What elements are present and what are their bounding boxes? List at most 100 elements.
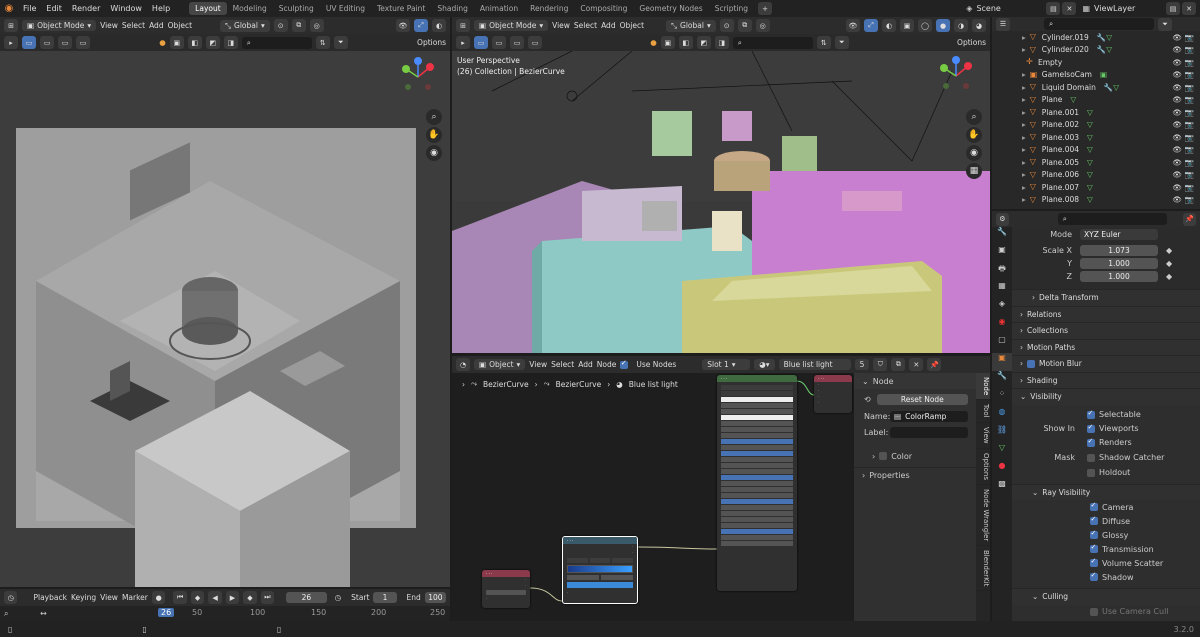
left-select-menu[interactable]: Select: [122, 21, 145, 30]
properties-section[interactable]: › Properties: [854, 467, 976, 483]
workspace-tab-layout[interactable]: Layout: [189, 2, 227, 15]
current-frame-marker[interactable]: 26: [158, 608, 175, 617]
right-navigation-gizmo[interactable]: [936, 56, 976, 96]
render-camera-icon[interactable]: 📷: [1185, 170, 1194, 179]
view-layer-browse-icon[interactable]: ▤: [1166, 2, 1180, 15]
ray-volume-scatter-row[interactable]: Volume Scatter: [1012, 556, 1200, 570]
outliner-type-icon[interactable]: ☰: [996, 17, 1010, 31]
layer-weight-node[interactable]: · · · · · ·: [482, 570, 530, 608]
node-value-field[interactable]: [486, 590, 526, 595]
marker-menu[interactable]: Marker: [122, 593, 148, 602]
outliner-search-field[interactable]: ⌕: [1044, 18, 1154, 30]
renders-checkbox[interactable]: [1087, 437, 1095, 447]
texture-tab-icon[interactable]: ▩: [992, 479, 1012, 497]
right-search-field[interactable]: ⌕: [732, 36, 813, 49]
outliner-item[interactable]: ▸ ▽ Plane.001 ▽ 👁 📷: [1022, 106, 1200, 119]
outliner-filter-icon[interactable]: ⏷: [1158, 17, 1172, 31]
editor-type-icon[interactable]: ⊞: [456, 19, 470, 32]
node-node-menu[interactable]: Node: [597, 360, 617, 369]
render-camera-icon[interactable]: 📷: [1185, 95, 1194, 104]
node-value-field[interactable]: [721, 463, 793, 468]
node-view-menu[interactable]: View: [529, 360, 547, 369]
visibility-eye-icon[interactable]: 👁: [1172, 70, 1182, 79]
pivot-icon[interactable]: ⊙: [719, 19, 734, 32]
render-camera-icon[interactable]: 📷: [1185, 120, 1194, 129]
visibility-eye-icon[interactable]: 👁: [846, 19, 860, 32]
outliner-item[interactable]: ▸ ▽ Plane.005 ▽ 👁 📷: [1022, 156, 1200, 169]
node-label-field[interactable]: [890, 427, 968, 438]
outliner-item[interactable]: ▸ ▣ GameIsoCam ▣ 👁 📷: [1022, 69, 1200, 82]
fake-user-shield-icon[interactable]: ⛉: [873, 358, 888, 371]
end-frame-field[interactable]: 100: [424, 592, 446, 603]
clock-icon[interactable]: ◷: [335, 593, 342, 602]
color-wheel-icon[interactable]: ●: [650, 38, 657, 47]
node-panel-header[interactable]: ⌄ Node: [854, 373, 976, 389]
node-value-field[interactable]: [721, 499, 793, 504]
proportional-edit-icon[interactable]: ◎: [755, 19, 770, 32]
render-tab-icon[interactable]: ▣: [992, 245, 1012, 263]
select-box-icon[interactable]: ▭: [22, 36, 36, 49]
snap-icon[interactable]: ⧉: [737, 19, 752, 32]
visibility-eye-icon[interactable]: 👁: [396, 19, 410, 32]
scene-name[interactable]: Scene: [976, 4, 1046, 13]
use-nodes-label[interactable]: Use Nodes: [636, 360, 676, 369]
outliner-item[interactable]: ▸ ▽ Cylinder.019 🔧 ▽ 👁 📷: [1022, 31, 1200, 44]
scene-icon[interactable]: ◈: [966, 4, 972, 13]
outliner-item[interactable]: ▸ ▽ Plane.006 ▽ 👁 📷: [1022, 169, 1200, 182]
modifier-tab-icon[interactable]: 🔧: [992, 371, 1012, 389]
left-object-menu[interactable]: Object: [168, 21, 192, 30]
shading-solid-icon[interactable]: ●: [936, 19, 950, 32]
camera-view-icon[interactable]: ◉: [966, 145, 982, 161]
render-camera-icon[interactable]: 📷: [1185, 158, 1194, 167]
node-name-field[interactable]: ▤ ColorRamp: [890, 411, 968, 422]
section-ray-visibility[interactable]: ⌄ Ray Visibility: [1012, 483, 1200, 500]
object-tab-icon[interactable]: ▣: [992, 353, 1012, 371]
outliner-item[interactable]: ▸ ▽ Liquid Domain 🔧 ▽ 👁 📷: [1022, 81, 1200, 94]
properties-search-field[interactable]: ⌕: [1057, 213, 1168, 225]
visibility-eye-icon[interactable]: 👁: [1172, 33, 1182, 42]
ramp-stop-fields[interactable]: [567, 575, 633, 580]
render-camera-icon[interactable]: 📷: [1185, 33, 1194, 42]
world-tab-icon[interactable]: ◉: [992, 317, 1012, 335]
visibility-eye-icon[interactable]: 👁: [1172, 183, 1182, 192]
render-camera-icon[interactable]: 📷: [1185, 108, 1194, 117]
render-camera-icon[interactable]: 📷: [1185, 145, 1194, 154]
render-camera-icon[interactable]: 📷: [1185, 183, 1194, 192]
node-value-field[interactable]: [721, 481, 793, 486]
visibility-eye-icon[interactable]: 👁: [1172, 95, 1182, 104]
visibility-eye-icon[interactable]: 👁: [1172, 170, 1182, 179]
outliner-item[interactable]: ▸ ▽ Plane.004 ▽ 👁 📷: [1022, 144, 1200, 157]
select-subtract-icon[interactable]: ▭: [510, 36, 524, 49]
section-shading[interactable]: › Shading: [1012, 371, 1200, 388]
node-color-checkbox[interactable]: [879, 452, 888, 460]
keyframe-dot-icon[interactable]: ◆: [1166, 259, 1172, 268]
sort-icon[interactable]: ⇅: [816, 36, 831, 49]
right-view-menu[interactable]: View: [552, 21, 570, 30]
visibility-eye-icon[interactable]: 👁: [1172, 45, 1182, 54]
left-options-menu[interactable]: Options: [417, 38, 446, 47]
render-camera-icon[interactable]: 📷: [1185, 58, 1194, 67]
unlink-material-icon[interactable]: ✕: [909, 358, 924, 371]
right-object-menu[interactable]: Object: [620, 21, 644, 30]
node-value-field[interactable]: [721, 505, 793, 510]
view-layer-tab-icon[interactable]: ▦: [992, 281, 1012, 299]
outliner-item[interactable]: ▸ ▽ Cylinder.020 🔧 ▽ 👁 📷: [1022, 44, 1200, 57]
ray-camera-checkbox[interactable]: [1090, 501, 1098, 511]
next-key-icon[interactable]: ◆: [243, 591, 257, 604]
section-delta-transform[interactable]: › Delta Transform: [1012, 289, 1200, 306]
timeline-zoom-icon[interactable]: ↔: [40, 609, 160, 618]
visibility-eye-icon[interactable]: 👁: [1172, 58, 1182, 67]
workspace-tab-geometry-nodes[interactable]: Geometry Nodes: [633, 2, 708, 15]
color-ramp-gradient[interactable]: [567, 565, 633, 573]
node-color-row[interactable]: › Color: [872, 449, 976, 463]
ramp-controls[interactable]: [567, 558, 634, 563]
right-viewport[interactable]: User Perspective (26) Collection | Bezie…: [452, 51, 990, 353]
node-value-field[interactable]: [721, 511, 793, 516]
outliner-item[interactable]: ▸ ▽ Plane.002 ▽ 👁 📷: [1022, 119, 1200, 132]
zoom-icon[interactable]: ⌕: [426, 109, 442, 125]
duplicate-material-icon[interactable]: ⧉: [891, 358, 906, 371]
funnel-icon[interactable]: ⏷: [333, 36, 348, 49]
visibility-eye-icon[interactable]: 👁: [1172, 108, 1182, 117]
menu-file[interactable]: File: [18, 4, 41, 13]
node-editor-canvas[interactable]: › ⤳ BezierCurve › ⤳ BezierCurve › ◕ Blue…: [452, 373, 852, 621]
